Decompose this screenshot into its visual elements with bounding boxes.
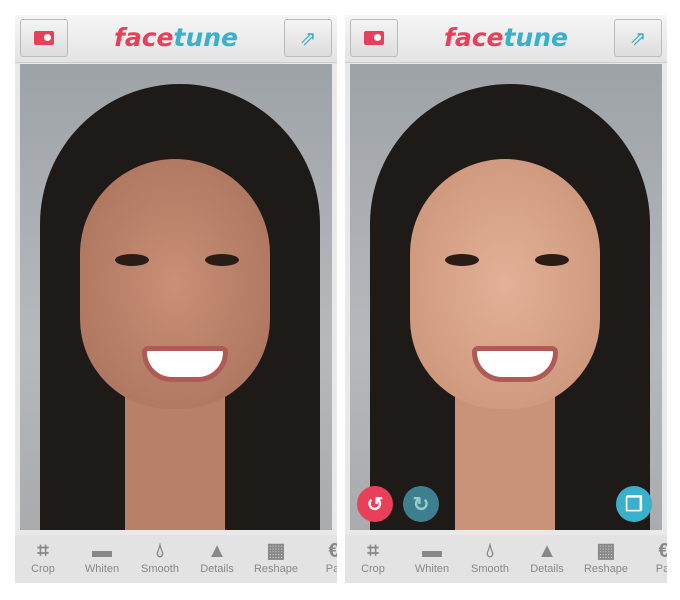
tool-whiten[interactable]: ▬ Whiten <box>402 539 462 575</box>
patch-icon: € <box>328 540 337 562</box>
share-icon: ⇗ <box>629 27 647 50</box>
after-panel: facetune ⇗ ↺ ↻ ❐ ⌗ Crop ▬ Whiten 💧︎ Smooth … <box>345 15 667 583</box>
share-button[interactable]: ⇗ <box>284 19 332 57</box>
drop-icon: 💧︎ <box>156 540 164 562</box>
share-icon: ⇗ <box>299 27 317 50</box>
toothbrush-icon: ▬ <box>92 540 112 562</box>
crop-icon: ⌗ <box>367 540 379 562</box>
compare-icon: ❐ <box>625 493 643 516</box>
undo-icon: ↺ <box>366 493 384 516</box>
tool-smooth[interactable]: 💧︎ Smooth <box>130 539 190 575</box>
header: facetune ⇗ <box>345 15 667 63</box>
tool-smooth[interactable]: 💧︎ Smooth <box>460 539 520 575</box>
tool-crop[interactable]: ⌗ Crop <box>15 539 73 575</box>
redo-icon: ↻ <box>412 493 430 516</box>
cone-icon: ▲ <box>537 540 557 562</box>
tool-reshape[interactable]: ▦ Reshape <box>246 539 306 575</box>
patch-icon: € <box>658 540 667 562</box>
tool-patch[interactable]: €Pat <box>304 539 337 575</box>
crop-icon: ⌗ <box>37 540 49 562</box>
photo-before[interactable] <box>20 64 332 530</box>
tool-reshape[interactable]: ▦ Reshape <box>576 539 636 575</box>
tool-details[interactable]: ▲ Details <box>517 539 577 575</box>
tool-bar: ⌗ Crop ▬ Whiten 💧︎ Smooth ▲ Details ▦ Reshape… <box>345 535 667 583</box>
cone-icon: ▲ <box>207 540 227 562</box>
grid-icon: ▦ <box>266 540 286 562</box>
toothbrush-icon: ▬ <box>422 540 442 562</box>
grid-icon: ▦ <box>596 540 616 562</box>
tool-crop[interactable]: ⌗ Crop <box>345 539 403 575</box>
tool-details[interactable]: ▲ Details <box>187 539 247 575</box>
header: facetune ⇗ <box>15 15 337 63</box>
before-panel: facetune ⇗ ⌗ Crop ▬ Whiten 💧︎ Smooth ▲ Detai… <box>15 15 337 583</box>
tool-bar: ⌗ Crop ▬ Whiten 💧︎ Smooth ▲ Details ▦ Reshape… <box>15 535 337 583</box>
tool-patch[interactable]: €Pat <box>634 539 667 575</box>
undo-button[interactable]: ↺ <box>357 486 393 522</box>
share-button[interactable]: ⇗ <box>614 19 662 57</box>
redo-button[interactable]: ↻ <box>403 486 439 522</box>
photo-after[interactable]: ↺ ↻ ❐ <box>350 64 662 530</box>
drop-icon: 💧︎ <box>486 540 494 562</box>
compare-button[interactable]: ❐ <box>616 486 652 522</box>
tool-whiten[interactable]: ▬ Whiten <box>72 539 132 575</box>
